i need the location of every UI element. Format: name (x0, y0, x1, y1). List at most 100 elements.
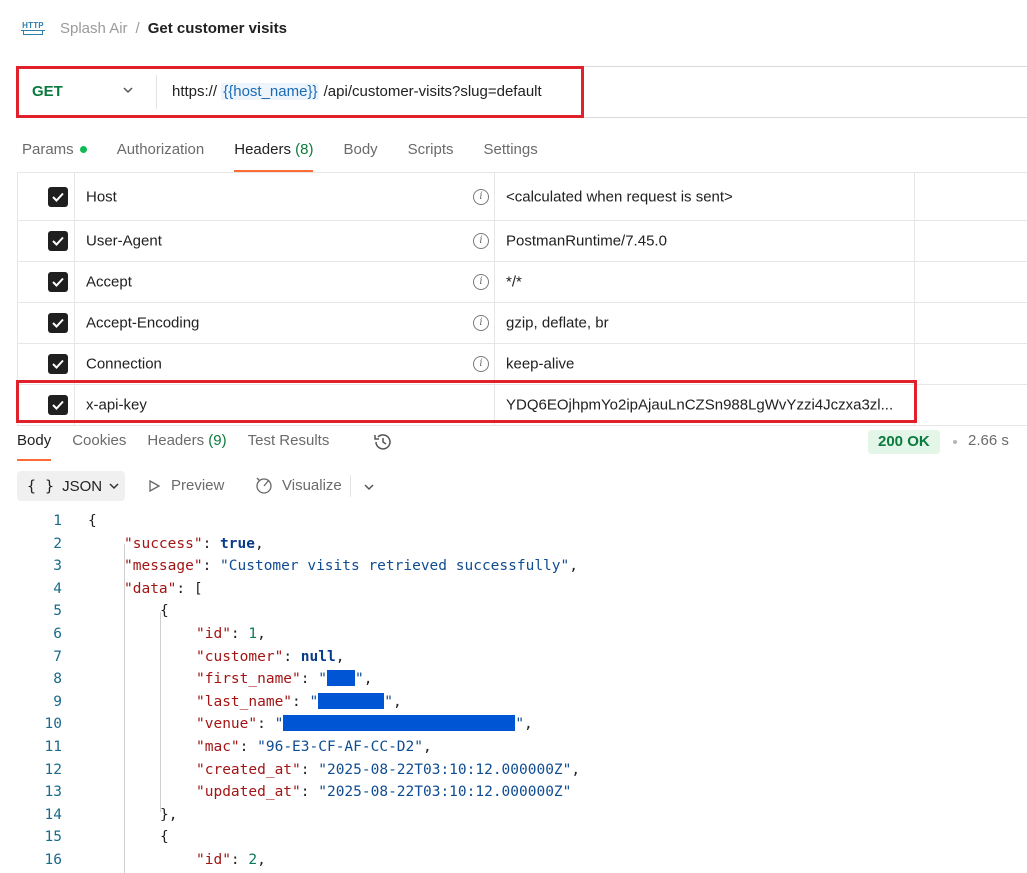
json-key: "first_name" (196, 671, 301, 688)
preview-button[interactable]: Preview (147, 477, 224, 494)
line-number: 5 (53, 603, 62, 620)
history-icon[interactable] (372, 431, 394, 453)
tab-params-label: Params (22, 141, 74, 158)
tab-params[interactable]: Params (22, 138, 87, 172)
json-key: "updated_at" (196, 784, 301, 801)
line-number: 15 (44, 829, 62, 846)
breadcrumb-workspace[interactable]: Splash Air (60, 20, 128, 37)
code-line: "id": 2, (196, 851, 266, 868)
breadcrumb-separator: / (135, 19, 140, 37)
tab-scripts[interactable]: Scripts (408, 138, 454, 172)
json-key: "data" (124, 580, 177, 597)
chevron-down-icon (109, 483, 119, 490)
request-title[interactable]: Get customer visits (148, 20, 287, 37)
line-number: 4 (53, 580, 62, 597)
json-key: "success" (124, 535, 203, 552)
toolbar-divider (350, 475, 351, 497)
header-value[interactable]: */* (506, 274, 522, 291)
tab-headers[interactable]: Headers (8) (234, 138, 314, 172)
table-row: Connection i keep-alive (17, 344, 1027, 385)
line-number: 6 (53, 625, 62, 642)
code-line: "mac": "96-E3-CF-AF-CC-D2", (196, 738, 432, 755)
response-time[interactable]: 2.66 s (968, 432, 1009, 449)
code-line: "updated_at": "2025-08-22T03:10:12.00000… (196, 784, 572, 801)
code-line: "last_name": " ", (196, 692, 402, 710)
tab-response-headers[interactable]: Headers (9) (147, 429, 226, 461)
info-icon[interactable]: i (473, 188, 489, 205)
header-key[interactable]: User-Agent (86, 233, 162, 250)
tab-response-body[interactable]: Body (17, 429, 52, 461)
json-brace: { (160, 829, 169, 846)
tab-authorization[interactable]: Authorization (117, 138, 205, 172)
tab-cookies[interactable]: Cookies (72, 429, 126, 461)
redacted-value (326, 670, 355, 687)
line-number: 1 (53, 513, 62, 529)
header-key[interactable]: Accept-Encoding (86, 315, 199, 332)
header-checkbox[interactable] (48, 354, 68, 374)
header-value[interactable]: keep-alive (506, 356, 574, 373)
json-value: true (220, 535, 255, 552)
params-indicator-dot (79, 145, 87, 153)
status-separator-dot (953, 440, 957, 444)
chevron-down-icon[interactable] (362, 480, 376, 494)
header-value[interactable]: <calculated when request is sent> (506, 188, 733, 205)
line-number: 10 (44, 716, 62, 733)
json-value: 1 (248, 625, 258, 642)
tab-body-label: Body (343, 141, 378, 158)
visualize-icon (256, 477, 272, 494)
info-icon[interactable]: i (473, 315, 489, 331)
response-body-code[interactable]: 1 { 2 "success": true, 3 "message": "Custom… (0, 510, 1027, 873)
preview-label: Preview (171, 477, 225, 494)
visualize-label: Visualize (282, 476, 342, 494)
header-checkbox[interactable] (48, 313, 68, 333)
header-key[interactable]: Host (86, 188, 117, 205)
tab-settings[interactable]: Settings (484, 138, 538, 172)
table-row: Accept i */* (17, 262, 1027, 303)
line-number: 14 (44, 806, 62, 823)
request-tabs: Params Authorization Headers (8) Body Sc… (22, 138, 568, 172)
breadcrumb: HTTP Splash Air / Get customer visits (20, 14, 287, 42)
code-line: { (160, 826, 169, 849)
tab-body[interactable]: Body (343, 138, 377, 172)
json-value: null (300, 648, 336, 665)
tab-scripts-label: Scripts (407, 141, 454, 158)
code-line: "data": [ (124, 580, 203, 597)
header-value[interactable]: gzip, deflate, br (506, 315, 609, 332)
table-row: User-Agent i PostmanRuntime/7.45.0 (17, 221, 1027, 262)
line-number: 13 (44, 784, 62, 801)
code-line: "message": "Customer visits retrieved su… (124, 558, 578, 575)
info-icon[interactable]: i (473, 356, 489, 372)
json-key: "mac" (196, 738, 240, 755)
code-line: "created_at": "2025-08-22T03:10:12.00000… (196, 761, 581, 778)
header-checkbox[interactable] (48, 231, 68, 251)
redacted-value (283, 715, 516, 732)
json-value: "2025-08-22T03:10:12.000000Z" (318, 784, 572, 801)
info-icon[interactable]: i (473, 274, 489, 290)
tab-settings-label: Settings (483, 141, 538, 158)
line-number: 16 (44, 851, 62, 868)
code-line: "first_name": " ", (196, 670, 373, 688)
code-line: "venue": " ", (196, 715, 533, 733)
status-badge[interactable]: 200 OK (868, 430, 940, 454)
code-line: { (88, 510, 97, 533)
info-icon[interactable]: i (473, 233, 489, 249)
visualize-button[interactable]: Visualize (254, 475, 342, 495)
header-checkbox[interactable] (48, 186, 68, 207)
line-number: 3 (53, 558, 62, 575)
json-brace: { (160, 603, 169, 620)
tab-test-results[interactable]: Test Results (248, 429, 330, 461)
line-number: 8 (53, 671, 62, 688)
response-tabs: Body Cookies Headers (9) Test Results (17, 429, 350, 461)
json-value: 2 (248, 851, 258, 868)
format-label: JSON (62, 477, 103, 495)
tab-response-body-label: Body (17, 432, 52, 449)
line-number: 12 (44, 761, 62, 778)
code-line: { (160, 600, 169, 623)
line-number: 11 (44, 738, 62, 755)
format-select[interactable]: { } JSON (17, 471, 125, 501)
header-key[interactable]: Accept (86, 274, 132, 291)
header-key[interactable]: Connection (86, 356, 162, 373)
header-value[interactable]: PostmanRuntime/7.45.0 (506, 233, 667, 250)
json-bracket: [ (193, 580, 203, 597)
header-checkbox[interactable] (48, 272, 68, 292)
